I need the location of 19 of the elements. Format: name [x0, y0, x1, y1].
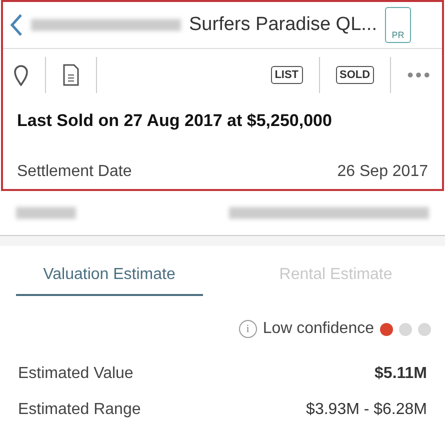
field-value: 26 Sep 2017 [337, 163, 428, 181]
tag-icon[interactable]: LIST [270, 66, 303, 84]
confidence-label: Low confidence [262, 320, 374, 338]
more-button[interactable]: ••• [407, 64, 432, 86]
info-icon[interactable]: i [238, 320, 257, 338]
back-icon[interactable] [9, 13, 23, 37]
estimate-label: Estimated Value [18, 365, 134, 383]
location-pin-icon[interactable] [13, 64, 29, 86]
tab[interactable]: Valuation Estimate [16, 260, 202, 296]
estimate-value: $5.11M [374, 365, 427, 383]
house-report-icon[interactable]: PR [384, 7, 411, 43]
page-title: Surfers Paradise QL... [189, 14, 377, 36]
tag-icon[interactable]: SOLD [336, 66, 374, 84]
estimate-value: $3.93M - $6.28M [306, 401, 427, 419]
blurred-text [16, 207, 76, 219]
estimate-label: Estimated Range [18, 401, 141, 419]
field-label: Settlement Date [17, 163, 132, 181]
sale-headline: Last Sold on 27 Aug 2017 at $5,250,000 [16, 110, 333, 132]
document-icon[interactable] [62, 64, 80, 86]
